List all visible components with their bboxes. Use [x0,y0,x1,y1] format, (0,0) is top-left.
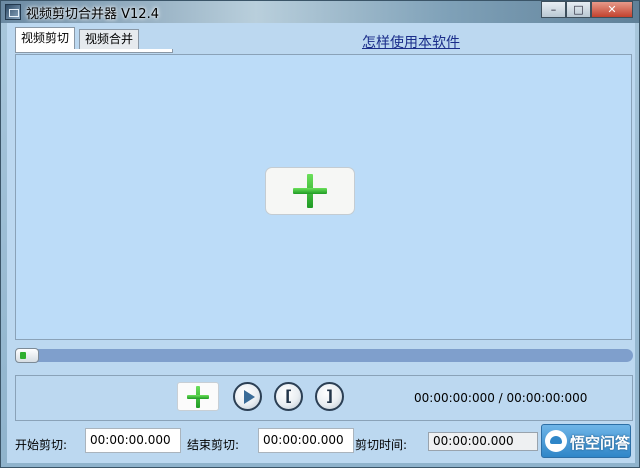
title-bar[interactable]: 视频剪切合并器 V12.4 – □ ✕ [1,1,639,23]
main-panel: 视频剪切 视频合并 怎样使用本软件 [ ] 00:00:00:000 / 00:… [7,23,635,463]
app-icon [5,4,21,20]
tab-video-cut[interactable]: 视频剪切 [15,27,76,49]
start-cut-field[interactable]: 00:00:00.000 [85,428,181,453]
tab-video-merge[interactable]: 视频合并 [79,29,140,49]
add-video-button[interactable] [265,167,355,215]
window-controls: – □ ✕ [541,1,633,18]
app-window: 视频剪切合并器 V12.4 – □ ✕ 视频剪切 视频合并 怎样使用本软件 [ [0,0,640,468]
time-readout: 00:00:00:000 / 00:00:00:000 [414,391,588,405]
add-file-button[interactable] [177,382,219,411]
watermark: 悟空问答 [541,424,631,458]
mark-in-button[interactable]: [ [274,382,303,411]
help-link[interactable]: 怎样使用本软件 [362,32,460,52]
minimize-button[interactable]: – [541,1,566,18]
chat-bubble-icon [545,430,567,452]
end-cut-field[interactable]: 00:00:00.000 [258,428,354,453]
watermark-text: 悟空问答 [570,434,631,452]
close-button[interactable]: ✕ [591,1,633,18]
tab-underline [15,49,173,53]
cut-duration-field: 00:00:00.000 [428,432,538,451]
video-preview [15,54,632,340]
end-cut-label: 结束剪切: [187,438,240,452]
play-button[interactable] [233,382,262,411]
cut-duration-label: 剪切时间: [355,438,408,452]
timeline-handle[interactable] [15,348,39,363]
mark-out-button[interactable]: ] [315,382,344,411]
window-title: 视频剪切合并器 V12.4 [26,7,159,22]
start-cut-label: 开始剪切: [15,438,68,452]
timeline-slider[interactable] [15,348,633,363]
maximize-button[interactable]: □ [566,1,591,18]
tab-bar: 视频剪切 视频合并 [15,27,173,49]
playback-controls: [ ] 00:00:00:000 / 00:00:00:000 [15,375,633,421]
plus-icon [187,385,209,408]
plus-icon [293,174,327,208]
